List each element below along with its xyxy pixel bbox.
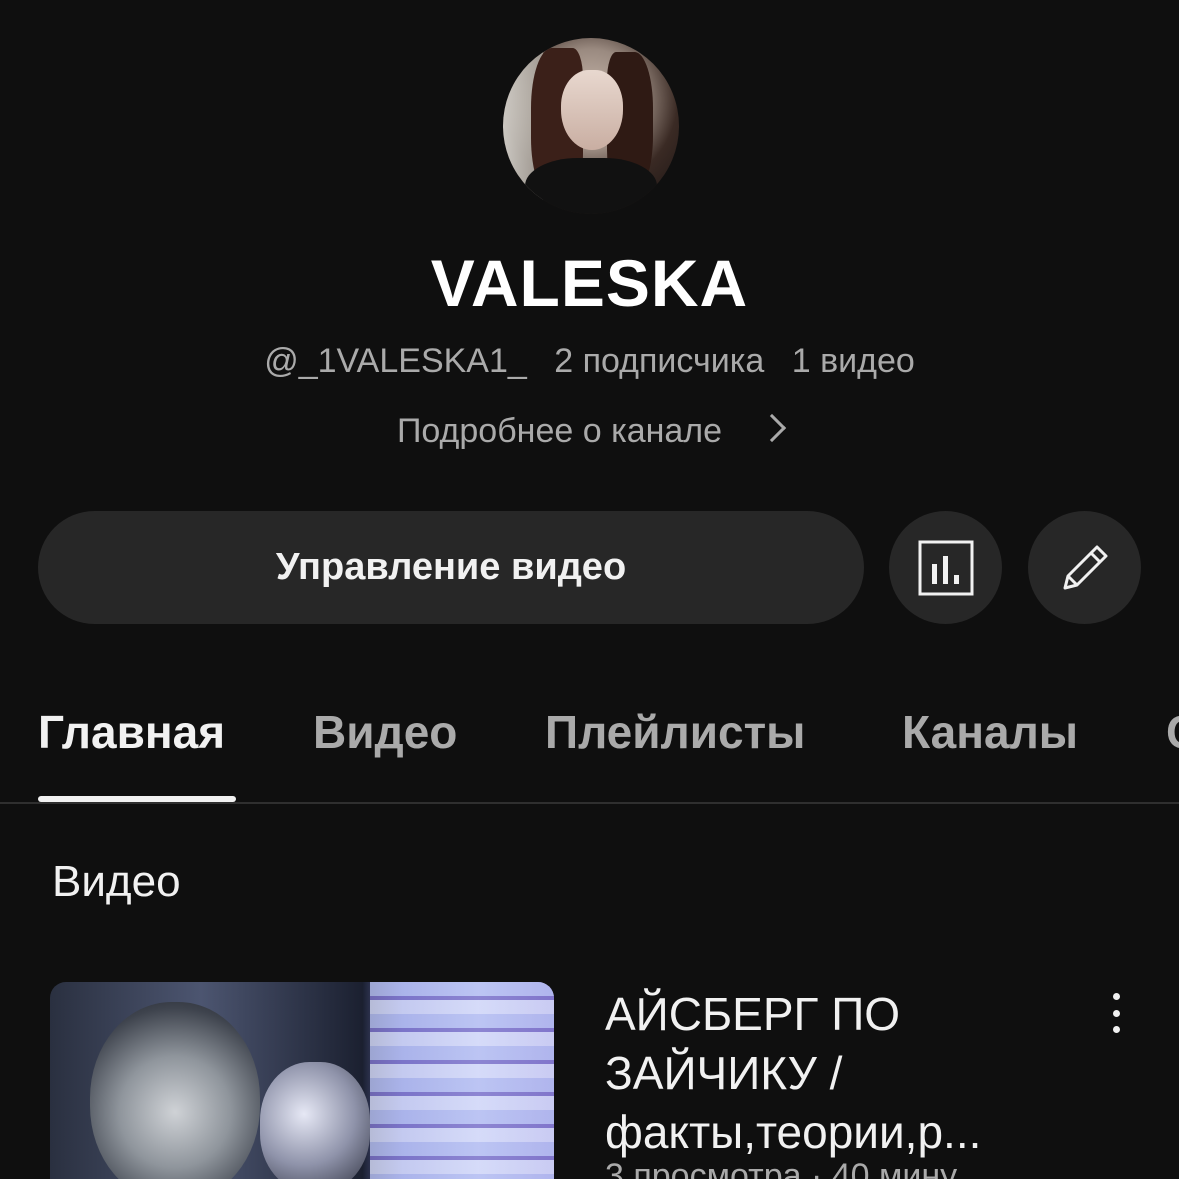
video-title-line: ЗАЙЧИКУ / [605, 1047, 843, 1099]
channel-avatar[interactable] [503, 38, 679, 214]
tab-videos[interactable]: Видео [313, 705, 457, 759]
about-channel-label: Подробнее о канале [396, 412, 723, 450]
avatar-shirt [525, 158, 657, 214]
video-title[interactable]: АЙСБЕРГ ПО ЗАЙЧИКУ / факты,теории,р... [605, 985, 1075, 1162]
tab-channels[interactable]: Каналы [902, 705, 1078, 759]
channel-handle: @_1VALESKA1_ [264, 342, 527, 380]
about-channel-link[interactable]: Подробнее о канале [0, 412, 1179, 451]
thumbnail-figure [260, 1062, 370, 1179]
thumbnail-figure [90, 1002, 260, 1179]
video-meta: 3 просмотра · 40 мину [605, 1157, 958, 1179]
analytics-icon [918, 540, 973, 595]
analytics-button[interactable] [889, 511, 1002, 624]
edit-channel-button[interactable] [1028, 511, 1141, 624]
pencil-icon [1063, 545, 1107, 589]
tab-community[interactable]: С [1166, 705, 1179, 759]
section-title: Видео [52, 857, 181, 906]
chevron-right-icon [757, 413, 787, 443]
video-count: 1 видео [791, 342, 915, 380]
kebab-dot [1112, 993, 1120, 1000]
video-thumbnail[interactable] [50, 982, 554, 1179]
channel-meta: @_1VALESKA1_ 2 подписчика 1 видео [0, 342, 1179, 381]
kebab-dot [1112, 1009, 1120, 1017]
tab-home[interactable]: Главная [38, 705, 225, 759]
more-options-icon[interactable] [1104, 993, 1128, 1033]
subscriber-count: 2 подписчика [554, 342, 765, 380]
tab-playlists[interactable]: Плейлисты [545, 705, 805, 759]
channel-tabs: Главная Видео Плейлисты Каналы С [0, 700, 1179, 804]
channel-name: VALESKA [430, 246, 749, 320]
avatar-face [561, 70, 623, 150]
manage-videos-label: Управление видео [275, 546, 627, 588]
thumbnail-text-panel [370, 982, 554, 1179]
active-tab-indicator [38, 796, 236, 802]
video-title-line: факты,теории,р... [605, 1106, 982, 1158]
video-title-line: АЙСБЕРГ ПО [605, 988, 901, 1040]
kebab-dot [1112, 1026, 1120, 1033]
manage-videos-button[interactable]: Управление видео [38, 511, 864, 624]
